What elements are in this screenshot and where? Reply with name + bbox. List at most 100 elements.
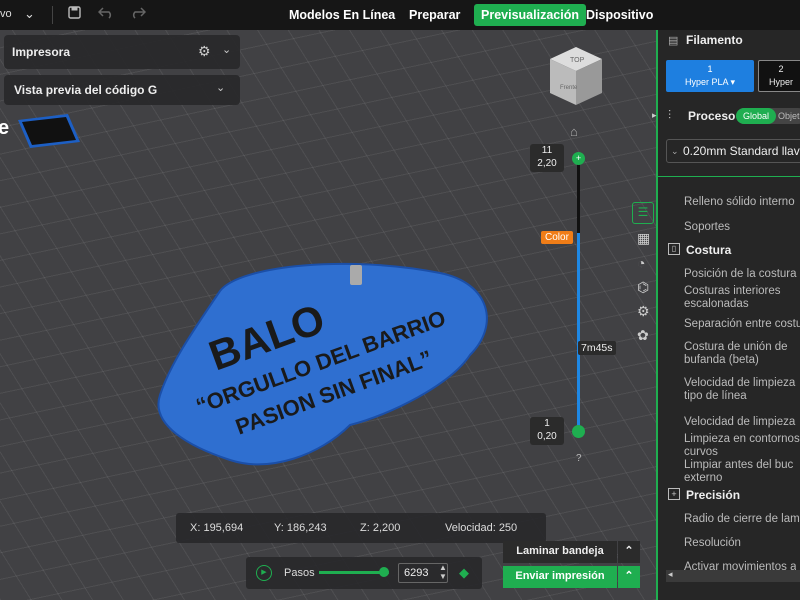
estimated-time-label: 7m45s [578,341,616,355]
printer-panel[interactable]: Impresora ⚙ ⌄ [4,35,240,69]
filament-slot-1[interactable]: 1 Hyper PLA ▾ [666,60,754,92]
grid-view-icon[interactable]: ▦ [637,230,650,247]
filament-panel-icon: ▤ [668,35,679,47]
coord-x: X: 195,694 [190,522,244,534]
setting-label-line: Velocidad de limpieza [684,377,796,389]
filament-1-number: 1 [707,64,713,74]
costura-section-icon: ▯ [668,243,680,255]
scroll-left-icon[interactable]: ◂ [668,569,673,580]
gcode-panel-title: Vista previa del código G [14,83,158,97]
setting-label-line: Limpiar antes del buc [684,459,794,471]
top-layer-number: 11 [541,145,553,156]
bottom-layer-number: 1 [544,418,550,429]
setting-limpiar-antes[interactable]: Limpiar antes del buc externo [684,459,793,485]
setting-costuras-interiores[interactable]: Costuras interiores escalonadas [684,285,781,311]
process-scope-toggle[interactable]: Global Objet [736,108,800,124]
setting-costura-union[interactable]: Costura de unión de bufanda (beta) [684,341,788,367]
process-title: Proceso [688,109,736,123]
divider [658,176,800,177]
redo-icon[interactable] [130,6,147,22]
setting-limpieza-contornos[interactable]: Limpieza en contornos curvos [684,433,800,459]
process-preset-value: 0.20mm Standard llav [683,144,800,158]
setting-soportes[interactable]: Soportes [684,221,730,233]
save-icon[interactable] [68,6,81,22]
collapse-icon[interactable]: ⌄ [222,43,231,56]
setting-posicion-costura[interactable]: Posición de la costura [684,268,797,280]
tab-modelos-en-linea[interactable]: Modelos En Línea [282,4,402,26]
file-menu[interactable]: vo [0,8,12,20]
process-sliders-icon: ⫶ [668,108,672,122]
keychain-model[interactable]: BALO “ORGULLO DEL BARRIO PASION SIN FINA… [150,255,500,480]
setting-label-line: Limpieza en contornos [684,433,800,445]
steps-label: Pasos [284,567,315,579]
setting-label-line: externo [684,472,723,484]
process-preset-select[interactable]: ⌄ 0.20mm Standard llav [666,139,800,163]
play-icon[interactable]: ▶ [256,565,272,581]
send-dropdown-chevron-icon[interactable]: ⌃ [618,566,640,588]
send-print-button[interactable]: Enviar impresión [503,566,617,588]
setting-velocidad-limpieza[interactable]: Velocidad de limpieza tipo de línea [684,377,795,403]
flower-icon[interactable]: ✿ [637,327,649,344]
slice-plate-button[interactable]: Laminar bandeja [503,541,617,563]
expand-icon[interactable]: ⌄ [216,81,225,94]
color-tag: Color [541,231,573,244]
filament-slot-2[interactable]: 2 Hyper [758,60,800,92]
horizontal-scrollbar[interactable]: ◂ [666,569,800,582]
setting-label-line: Costuras interiores [684,285,781,297]
tab-global[interactable]: Global [736,108,776,124]
chevron-down-icon[interactable]: ⌄ [24,6,35,22]
help-icon[interactable]: ? [576,453,582,464]
collapse-arrow-icon[interactable]: ▸ [652,110,657,121]
settings-circle-icon[interactable]: ⚙ [637,303,650,320]
upper-slider-handle[interactable]: + [572,152,585,165]
top-bar: vo ⌄ Modelos En Línea Preparar Previsual… [0,0,800,30]
3d-viewport[interactable]: e Impresora ⚙ ⌄ Vista previa del código … [0,30,656,600]
gcode-preview-panel[interactable]: Vista previa del código G ⌄ [4,75,240,105]
filament-2-number: 2 [778,64,784,74]
slice-dropdown-chevron-icon[interactable]: ⌃ [618,541,640,563]
coord-y: Y: 186,243 [274,522,327,534]
svg-text:e: e [0,117,9,139]
setting-relleno[interactable]: Relleno sólido interno [684,196,795,208]
filament-title: Filamento [686,33,743,47]
legend-icon[interactable]: ☰ [632,202,654,224]
setting-resolucion[interactable]: Resolución [684,537,741,549]
cube-front-label: Frente [560,85,578,91]
setting-label-line: tipo de línea [684,390,747,402]
setting-label-line: escalonadas [684,298,749,310]
home-icon[interactable]: ⌂ [570,124,578,139]
layers-icon[interactable]: ◆ [459,565,469,581]
gear-icon[interactable]: ⚙ [198,43,211,60]
tab-dispositivo[interactable]: Dispositivo [579,4,660,26]
section-costura[interactable]: Costura [686,243,731,257]
setting-separacion-costura[interactable]: Separación entre costu [684,318,800,330]
lower-slider-handle[interactable] [572,425,585,438]
view-cube[interactable]: TOP Frente [546,45,606,111]
setting-label-line: curvos [684,446,718,458]
speed-readout: Velocidad: 250 [445,522,518,534]
plate-thumbnail-icon[interactable]: e [0,100,90,150]
keyring-loop [350,265,362,285]
printer-panel-title: Impresora [12,45,71,59]
coord-z: Z: 2,200 [360,522,401,534]
top-layer-label: 11 2,20 [530,144,564,172]
coordinates-bar: X: 195,694 Y: 186,243 Z: 2,200 Velocidad… [176,513,546,543]
steps-slider-handle[interactable] [379,567,390,577]
section-precision[interactable]: Precisión [686,488,740,502]
filament-1-name: Hyper PLA [684,77,728,87]
undo-icon[interactable] [97,6,114,22]
tab-objeto[interactable]: Objet [778,108,800,124]
setting-velocidad-limpieza-2[interactable]: Velocidad de limpieza [684,416,795,428]
filament-icon[interactable]: ⌬ [637,279,649,296]
steps-slider[interactable] [319,567,390,577]
steps-slider-fill [319,571,385,574]
divider [52,6,53,24]
filament-2-name: Hyper [768,77,793,87]
setting-radio-cierre[interactable]: Radio de cierre de lam [684,513,800,525]
tab-preparar[interactable]: Preparar [402,4,467,26]
cube-top-label: TOP [570,57,585,64]
tab-previsualizacion[interactable]: Previsualización [474,4,586,26]
speed-gauge-icon[interactable]: ◔ [637,255,645,271]
precision-section-icon: + [668,488,680,500]
stepper-arrows-icon[interactable]: ▲ ▼ [439,563,447,581]
